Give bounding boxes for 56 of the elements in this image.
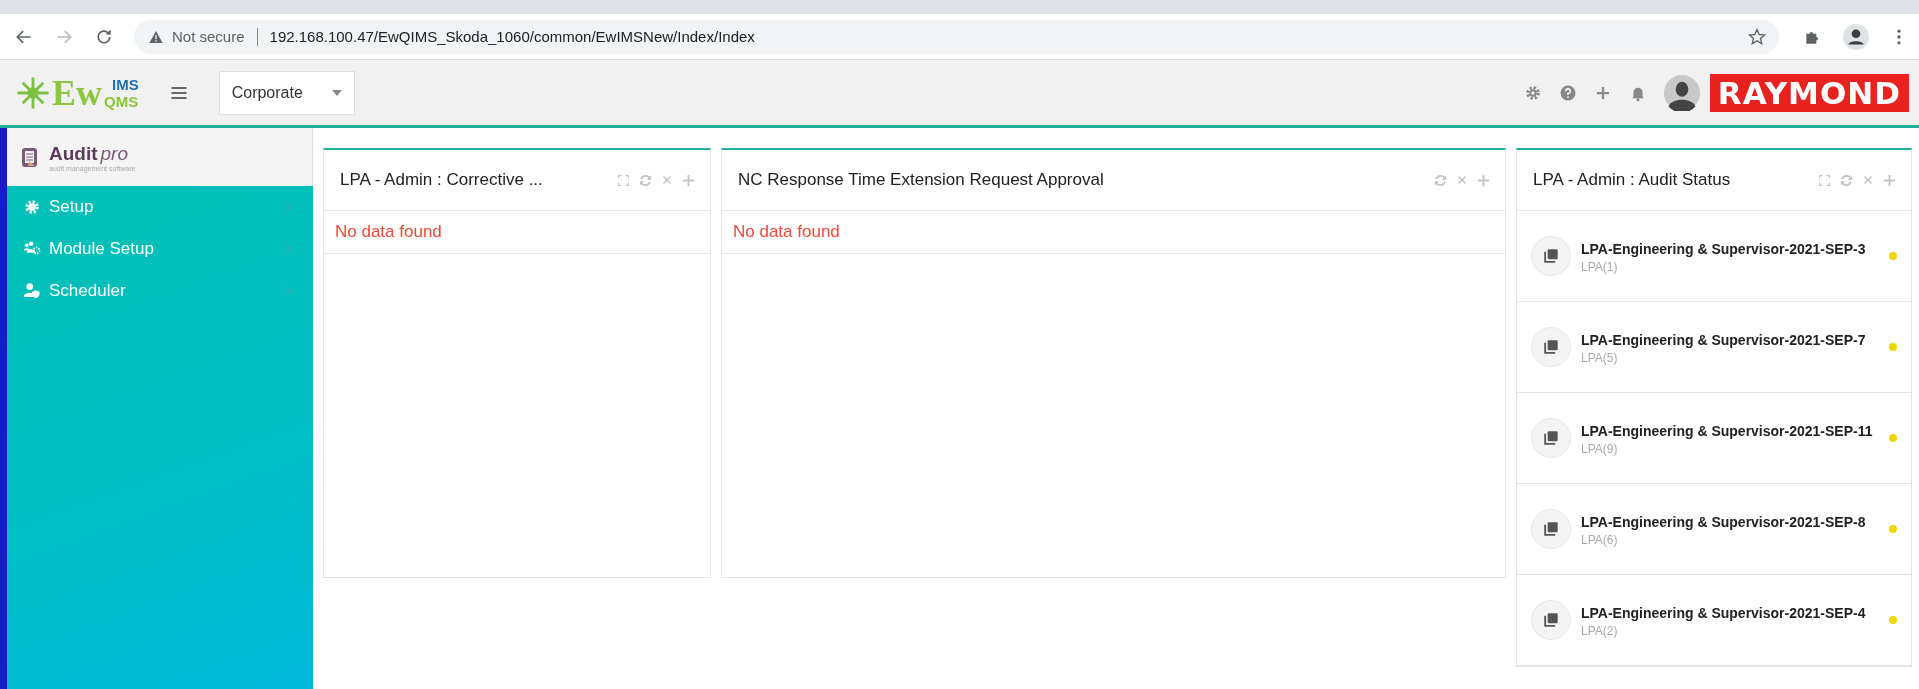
- audit-item[interactable]: LPA-Engineering & Supervisor-2021-SEP-3 LPA(1): [1517, 211, 1911, 302]
- logo-text: Audit: [49, 142, 98, 164]
- item-subtitle: LPA(1): [1581, 260, 1619, 274]
- add-icon[interactable]: [1882, 172, 1897, 188]
- dropdown-value: Corporate: [231, 83, 303, 102]
- empty-message: No data found: [733, 222, 840, 242]
- logo-text: QMS: [104, 92, 139, 110]
- item-subtitle: LPA(2): [1581, 624, 1619, 638]
- brand-logo: RAYMOND: [1709, 73, 1909, 112]
- refresh-icon[interactable]: [1839, 172, 1854, 188]
- item-title: LPA-Engineering & Supervisor-2021-SEP-4: [1581, 604, 1867, 623]
- logo-text: Ew: [52, 71, 102, 114]
- panel-title: LPA - Admin : Audit Status: [1533, 170, 1731, 190]
- caret-icon: [331, 89, 342, 96]
- audit-item[interactable]: LPA-Engineering & Supervisor-2021-SEP-7 LPA(5): [1517, 302, 1911, 393]
- audit-item[interactable]: LPA-Engineering & Supervisor-2021-SEP-11 LPA(9): [1517, 393, 1911, 484]
- gear-icon: [23, 198, 41, 216]
- item-subtitle: LPA(6): [1581, 533, 1619, 547]
- copy-icon: [1541, 519, 1561, 539]
- audit-item[interactable]: LPA-Engineering & Supervisor-2021-SEP-8 LPA(6): [1517, 484, 1911, 575]
- item-title: LPA-Engineering & Supervisor-2021-SEP-8: [1581, 513, 1867, 532]
- close-icon[interactable]: [1862, 174, 1874, 186]
- close-icon[interactable]: [1456, 174, 1468, 186]
- panel-title: NC Response Time Extension Request Approval: [738, 170, 1104, 190]
- item-title: LPA-Engineering & Supervisor-2021-SEP-7: [1581, 331, 1867, 350]
- star-icon[interactable]: [1747, 26, 1767, 47]
- location-dropdown[interactable]: Corporate: [218, 70, 355, 115]
- profile-icon[interactable]: [1843, 23, 1869, 50]
- audit-item[interactable]: LPA-Engineering & Supervisor-2021-SEP-4 LPA(2): [1517, 575, 1911, 666]
- close-icon[interactable]: [661, 174, 673, 186]
- refresh-icon[interactable]: [638, 172, 653, 188]
- item-subtitle: LPA(9): [1581, 442, 1619, 456]
- item-title: LPA-Engineering & Supervisor-2021-SEP-11: [1581, 422, 1873, 441]
- item-subtitle: LPA(5): [1581, 351, 1619, 365]
- settings-icon[interactable]: [1523, 83, 1542, 102]
- refresh-icon[interactable]: [1433, 172, 1448, 188]
- copy-icon: [1541, 246, 1561, 266]
- expand-icon[interactable]: [1818, 173, 1831, 187]
- logo-text: IMS: [111, 75, 139, 93]
- expand-icon[interactable]: [617, 173, 630, 187]
- add-icon[interactable]: [681, 172, 696, 188]
- empty-message: No data found: [335, 222, 442, 242]
- url-text: 192.168.100.47/EwQIMS_Skoda_1060/common/EwIMSNew/Index/Index: [269, 28, 755, 45]
- copy-icon: [1541, 610, 1561, 630]
- logo-text: pro: [100, 142, 128, 164]
- item-title: LPA-Engineering & Supervisor-2021-SEP-3: [1581, 240, 1867, 259]
- add-icon[interactable]: [1476, 172, 1491, 188]
- user-shield-icon: [23, 282, 41, 300]
- panel-title: LPA - Admin : Corrective ...: [340, 170, 543, 190]
- copy-icon: [1541, 428, 1561, 448]
- security-label: Not secure: [172, 28, 245, 45]
- help-icon[interactable]: [1558, 83, 1577, 102]
- copy-icon: [1541, 337, 1561, 357]
- sunburst-icon: [16, 75, 50, 110]
- address-bar[interactable]: Not secure 192.168.100.47/EwQIMS_Skoda_1060/common/EwIMSNew/Index/Index: [134, 19, 1779, 54]
- avatar-icon[interactable]: [1663, 74, 1700, 111]
